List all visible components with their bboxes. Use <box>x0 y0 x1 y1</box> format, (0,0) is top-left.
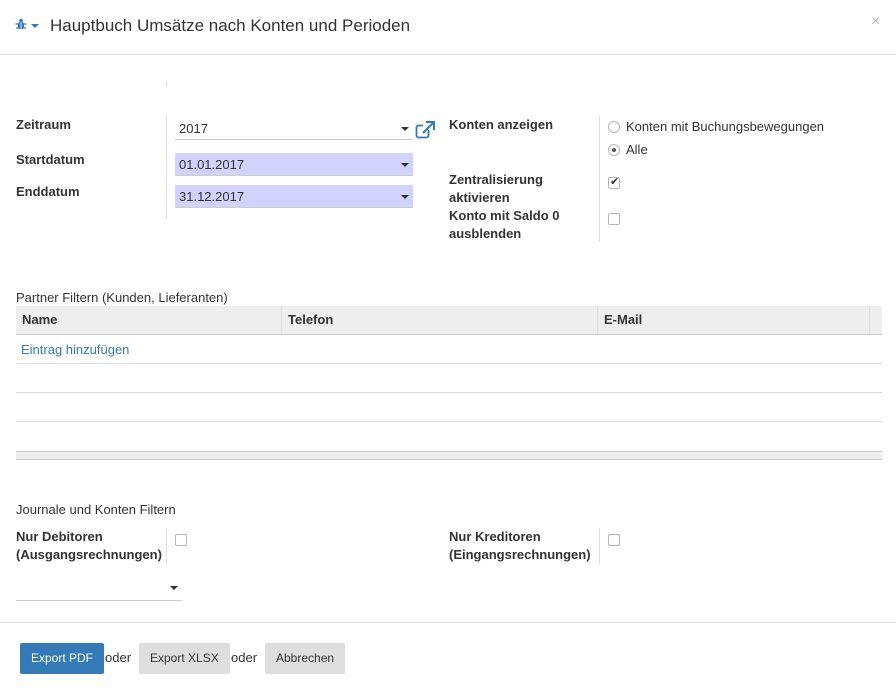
startdatum-label: Startdatum <box>16 152 85 167</box>
check-icon: ✔ <box>610 176 620 188</box>
radio-label-alle: Alle <box>626 142 648 157</box>
chevron-down-icon <box>401 163 409 167</box>
debitoren-separator <box>166 528 167 564</box>
column-separator-stub <box>166 82 167 86</box>
column-header-email[interactable]: E-Mail <box>598 306 870 334</box>
external-link-icon[interactable] <box>415 121 435 139</box>
kreditoren-separator <box>599 528 600 564</box>
radio-label-konten-mit-buchungsbewegungen: Konten mit Buchungsbewegungen <box>626 119 825 134</box>
startdatum-value: 01.01.2017 <box>179 157 245 172</box>
table-row <box>16 364 882 393</box>
journale-section-title: Journale und Konten Filtern <box>16 502 176 517</box>
konten-anzeigen-label: Konten anzeigen <box>449 117 554 132</box>
nur-kreditoren-label-1: Nur Kreditoren <box>449 529 541 544</box>
cancel-button[interactable]: Abbrechen <box>265 643 346 674</box>
zeitraum-value: 2017 <box>179 121 208 136</box>
nur-debitoren-checkbox[interactable] <box>175 534 187 546</box>
zentralisierung-label-2: aktivieren <box>449 190 510 205</box>
enddatum-select[interactable]: 31.12.2017 <box>175 185 413 208</box>
chevron-down-icon <box>401 127 409 131</box>
close-icon[interactable]: × <box>871 14 880 30</box>
or-text: oder <box>231 650 258 665</box>
zeitraum-label: Zeitraum <box>16 117 71 132</box>
journal-select[interactable] <box>16 578 182 601</box>
partner-section-title: Partner Filtern (Kunden, Lieferanten) <box>16 290 228 305</box>
or-text: oder <box>105 650 132 665</box>
radio-konten-mit-buchungsbewegungen[interactable] <box>608 121 620 133</box>
left-column-separator <box>166 116 167 219</box>
radio-alle[interactable] <box>608 144 620 156</box>
add-entry-link[interactable]: Eintrag hinzufügen <box>21 342 129 357</box>
saldo-null-label-2: ausblenden <box>449 226 522 241</box>
saldo-null-checkbox[interactable] <box>608 213 620 225</box>
zentralisierung-label-1: Zentralisierung <box>449 172 543 187</box>
bug-icon[interactable] <box>14 17 28 31</box>
table-row <box>16 335 882 364</box>
saldo-null-label-1: Konto mit Saldo 0 <box>449 208 560 223</box>
partner-table-header: Name Telefon E-Mail <box>16 306 882 335</box>
debug-menu-chevron-down-icon[interactable] <box>31 24 39 28</box>
zeitraum-select[interactable]: 2017 <box>175 117 413 140</box>
nur-kreditoren-checkbox[interactable] <box>608 534 620 546</box>
enddatum-label: Enddatum <box>16 184 80 199</box>
table-row <box>16 393 882 422</box>
column-header-name[interactable]: Name <box>16 306 282 334</box>
export-xlsx-button[interactable]: Export XLSX <box>139 643 230 674</box>
partner-table-footer <box>16 451 882 460</box>
enddatum-value: 31.12.2017 <box>179 189 245 204</box>
zentralisierung-checkbox[interactable]: ✔ <box>608 176 620 189</box>
chevron-down-icon <box>170 586 178 590</box>
footer-divider <box>0 622 896 623</box>
chevron-down-icon <box>401 195 409 199</box>
nur-debitoren-label-1: Nur Debitoren <box>16 529 103 544</box>
startdatum-select[interactable]: 01.01.2017 <box>175 153 413 176</box>
right-column-separator <box>599 116 600 242</box>
nur-kreditoren-label-2: (Eingangsrechnungen) <box>449 547 591 562</box>
dialog-title: Hauptbuch Umsätze nach Konten und Period… <box>50 16 411 35</box>
column-header-telefon[interactable]: Telefon <box>282 306 598 334</box>
nur-debitoren-label-2: (Ausgangsrechnungen) <box>16 547 162 562</box>
export-pdf-button[interactable]: Export PDF <box>20 643 105 674</box>
